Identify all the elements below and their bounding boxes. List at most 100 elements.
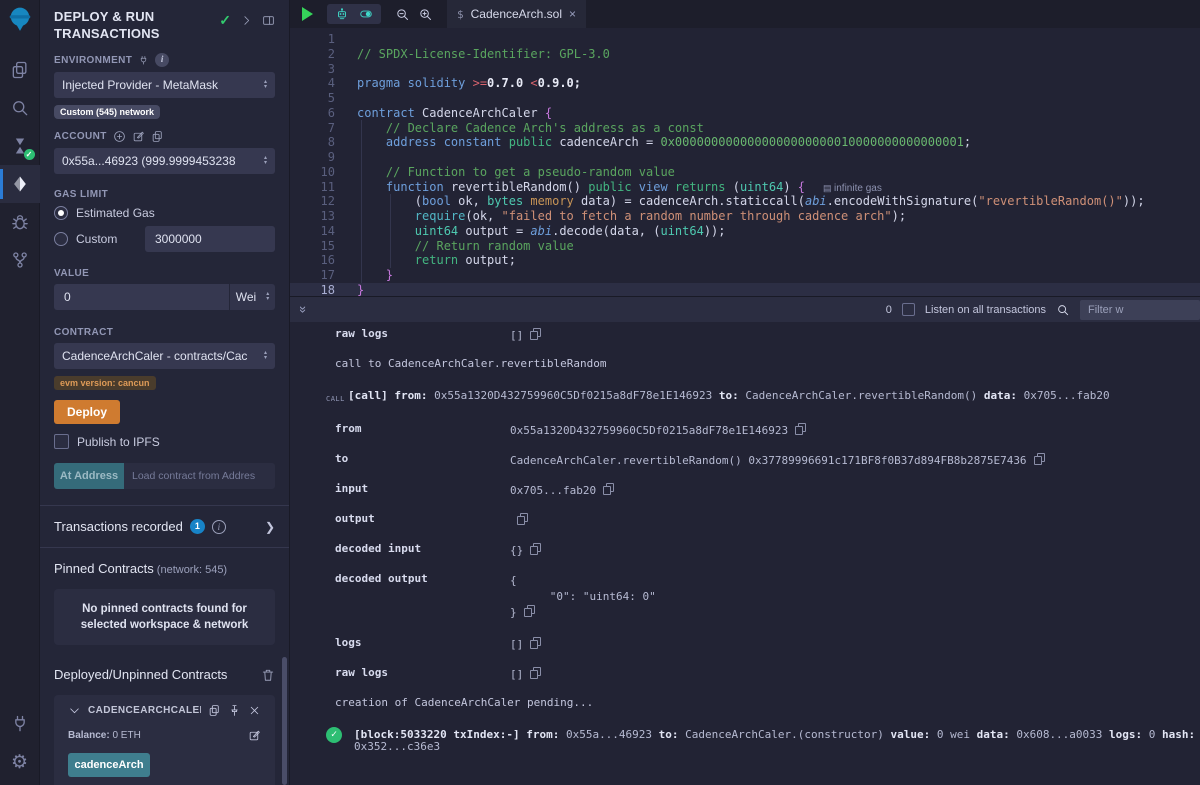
status-check-icon: ✓ [219, 12, 231, 29]
line-number: 5 [290, 91, 335, 106]
deploy-button[interactable]: Deploy [54, 400, 120, 424]
copy-icon[interactable] [151, 130, 164, 143]
terminal-filter-input[interactable] [1080, 300, 1200, 320]
code-line[interactable]: 12 (bool ok, bytes memory data) = cadenc… [290, 194, 1200, 209]
code-line[interactable]: 5 [290, 91, 1200, 106]
code-line[interactable]: 14 uint64 output = abi.decode(data, (uin… [290, 224, 1200, 239]
deploy-run-panel: DEPLOY & RUN TRANSACTIONS ✓ ENVIRONMENT … [40, 0, 290, 785]
remix-ai-robot-icon[interactable] [334, 7, 350, 21]
terminal-row-label: decoded output [335, 573, 510, 621]
custom-gas-input[interactable] [145, 226, 275, 252]
code-line[interactable]: 1 [290, 32, 1200, 47]
custom-gas-radio[interactable] [54, 232, 68, 246]
copy-icon[interactable] [530, 543, 541, 555]
info-icon[interactable]: i [155, 53, 169, 67]
code-text: require(ok, "failed to fetch a random nu… [335, 209, 906, 224]
chevron-right-icon[interactable] [240, 14, 253, 27]
at-address-button[interactable]: At Address [54, 463, 124, 489]
zoom-in-icon[interactable] [418, 7, 433, 22]
code-line[interactable]: 16 return output; [290, 253, 1200, 268]
publish-ipfs-checkbox[interactable] [54, 434, 69, 449]
git-branch-icon [10, 250, 30, 270]
search-icon[interactable] [1056, 303, 1070, 317]
account-select[interactable]: 0x55a...46923 (999.9999453238 ▴▾ [54, 148, 275, 174]
code-line[interactable]: 2// SPDX-License-Identifier: GPL-3.0 [290, 47, 1200, 62]
code-line[interactable]: 7 // Declare Cadence Arch's address as a… [290, 121, 1200, 136]
panel-scrollbar[interactable] [282, 657, 287, 785]
info-icon[interactable]: i [212, 520, 226, 534]
copy-icon[interactable] [795, 423, 806, 435]
sidebar-item-file-explorer[interactable] [0, 51, 40, 89]
code-line[interactable]: 15 // Return random value [290, 239, 1200, 254]
code-line[interactable]: 3 [290, 62, 1200, 77]
tab-cadencearch-sol[interactable]: $ CadenceArch.sol × [447, 0, 586, 28]
sidebar-item-debugger[interactable] [0, 203, 40, 241]
contract-select[interactable]: CadenceArchCaler - contracts/Cac ▴▾ [54, 343, 275, 369]
pin-icon[interactable] [228, 704, 241, 717]
contract-function-button[interactable]: cadenceArch [68, 753, 150, 777]
code-line[interactable]: 6contract CadenceArchCaler { [290, 106, 1200, 121]
terminal-output[interactable]: raw logs[]call to CadenceArchCaler.rever… [290, 322, 1200, 785]
network-badge: Custom (545) network [54, 105, 160, 119]
transactions-recorded-row[interactable]: Transactions recorded 1 i ❯ [54, 506, 275, 547]
chevron-down-icon[interactable] [68, 704, 81, 717]
code-line[interactable]: 17 } [290, 268, 1200, 283]
code-line[interactable]: 9 [290, 150, 1200, 165]
edit-icon[interactable] [132, 130, 145, 143]
bug-icon [10, 212, 30, 232]
value-unit-select[interactable]: Wei ▴▾ [229, 284, 275, 310]
copy-icon[interactable] [517, 513, 528, 525]
terminal-call-line[interactable]: call[call] from: 0x55a1320D432759960C5Df… [326, 390, 1200, 405]
zoom-out-icon[interactable] [395, 7, 410, 22]
copy-icon[interactable] [530, 328, 541, 340]
sidebar-item-plugin-manager[interactable] [0, 705, 40, 743]
code-line[interactable]: 10 // Function to get a pseudo-random va… [290, 165, 1200, 180]
sidebar-item-git[interactable] [0, 241, 40, 279]
terminal-row-value: [] [510, 637, 541, 651]
line-number: 17 [290, 268, 335, 283]
copy-icon[interactable] [524, 605, 535, 617]
value-label: VALUE [54, 268, 275, 279]
line-number: 6 [290, 106, 335, 121]
sidebar-item-deploy-run[interactable] [0, 165, 40, 203]
value-input[interactable] [54, 284, 229, 310]
code-text: } [335, 268, 393, 283]
close-icon[interactable] [248, 704, 261, 717]
code-line[interactable]: 11 function revertibleRandom() public vi… [290, 180, 1200, 195]
code-text: // Declare Cadence Arch's address as a c… [335, 121, 704, 136]
collapse-terminal-icon[interactable]: » [296, 306, 311, 313]
copy-icon[interactable] [208, 704, 221, 717]
estimated-gas-radio[interactable] [54, 206, 68, 220]
trash-icon[interactable] [261, 668, 275, 682]
run-script-play-icon[interactable] [302, 7, 313, 21]
add-account-icon[interactable] [113, 130, 126, 143]
plug-icon[interactable] [138, 55, 149, 66]
environment-select[interactable]: Injected Provider - MetaMask ▴▾ [54, 72, 275, 98]
copy-icon[interactable] [530, 637, 541, 649]
sidebar-item-solidity-compiler[interactable]: ✓ [0, 127, 40, 165]
code-line[interactable]: 13 require(ok, "failed to fetch a random… [290, 209, 1200, 224]
code-text: return output; [335, 253, 516, 268]
copy-icon[interactable] [603, 483, 614, 495]
listen-all-tx-checkbox[interactable] [902, 303, 915, 316]
copilot-toggle-icon[interactable] [358, 7, 374, 21]
pin-panel-icon[interactable] [262, 14, 275, 27]
chevron-right-icon[interactable]: ❯ [265, 520, 275, 534]
terminal-row-label: from [335, 423, 510, 437]
code-editor[interactable]: 12// SPDX-License-Identifier: GPL-3.034p… [290, 28, 1200, 296]
sidebar-item-settings[interactable]: ⚙ [0, 743, 40, 781]
edit-icon[interactable] [248, 729, 261, 742]
code-line[interactable]: 8 address constant public cadenceArch = … [290, 135, 1200, 150]
sidebar-item-search[interactable] [0, 89, 40, 127]
at-address-input[interactable] [124, 463, 275, 489]
custom-gas-label: Custom [76, 232, 137, 246]
code-line[interactable]: 4pragma solidity >=0.7.0 <0.9.0; [290, 76, 1200, 91]
copy-icon[interactable] [530, 667, 541, 679]
close-tab-icon[interactable]: × [569, 7, 576, 21]
code-line[interactable]: 18} [290, 283, 1200, 296]
terminal-kv-row: from0x55a1320D432759960C5Df0215a8dF78e1E… [290, 423, 1200, 437]
terminal-row-label: output [335, 513, 510, 527]
pinned-empty-state: No pinned contracts found for selected w… [54, 589, 275, 645]
terminal-block-line[interactable]: ✓[block:5033220 txIndex:-] from: 0x55a..… [326, 729, 1200, 753]
copy-icon[interactable] [1034, 453, 1045, 465]
